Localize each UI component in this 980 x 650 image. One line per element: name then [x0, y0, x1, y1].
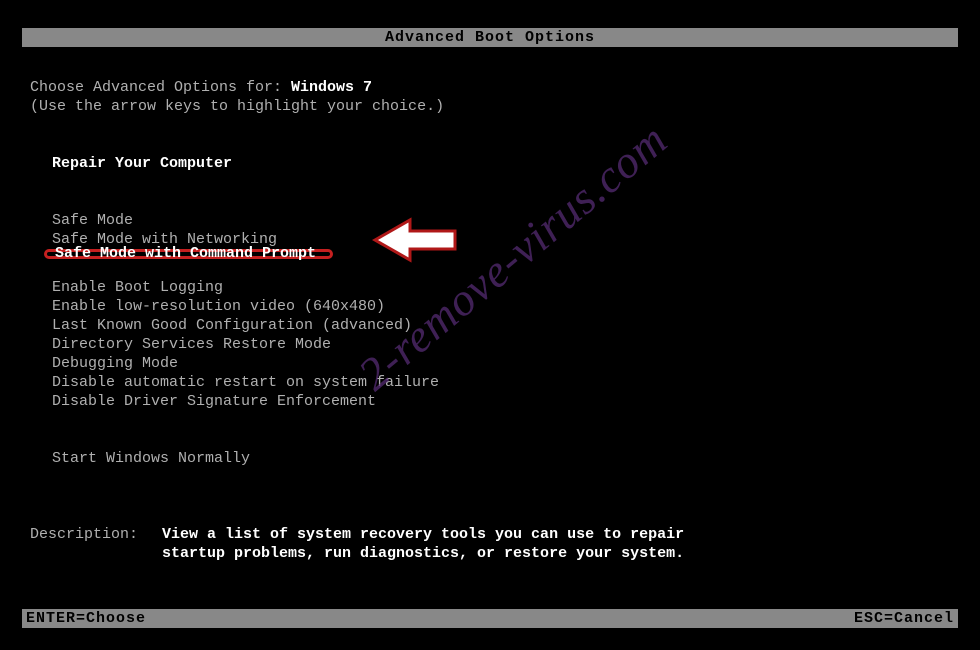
description-line2: startup problems, run diagnostics, or re…	[162, 544, 684, 563]
pointer-arrow-icon	[370, 215, 460, 270]
menu-disable-driver-sig[interactable]: Disable Driver Signature Enforcement	[52, 392, 960, 411]
prompt-line: Choose Advanced Options for: Windows 7	[30, 78, 960, 97]
menu-debugging[interactable]: Debugging Mode	[52, 354, 960, 373]
menu-disable-restart[interactable]: Disable automatic restart on system fail…	[52, 373, 960, 392]
title-bar: Advanced Boot Options	[22, 28, 958, 47]
footer-enter: ENTER=Choose	[26, 609, 146, 628]
menu-last-known-good[interactable]: Last Known Good Configuration (advanced)	[52, 316, 960, 335]
description-row: Description: View a list of system recov…	[30, 525, 960, 563]
content-area: Choose Advanced Options for: Windows 7 (…	[30, 78, 960, 563]
menu-start-normally[interactable]: Start Windows Normally	[52, 449, 960, 468]
menu-safe-mode[interactable]: Safe Mode	[52, 211, 960, 230]
description-label: Description:	[30, 525, 162, 563]
footer-bar: ENTER=Choose ESC=Cancel	[22, 609, 958, 628]
footer-esc: ESC=Cancel	[854, 609, 954, 628]
menu-directory-services[interactable]: Directory Services Restore Mode	[52, 335, 960, 354]
instruction-line: (Use the arrow keys to highlight your ch…	[30, 97, 960, 116]
menu-repair[interactable]: Repair Your Computer	[52, 154, 960, 173]
description-line1: View a list of system recovery tools you…	[162, 525, 684, 544]
menu-low-res[interactable]: Enable low-resolution video (640x480)	[52, 297, 960, 316]
prompt-prefix: Choose Advanced Options for:	[30, 79, 291, 96]
os-name: Windows 7	[291, 79, 372, 96]
menu-safe-mode-cmd-highlighted[interactable]: Safe Mode with Command Prompt	[44, 249, 333, 259]
menu-boot-logging[interactable]: Enable Boot Logging	[52, 278, 960, 297]
